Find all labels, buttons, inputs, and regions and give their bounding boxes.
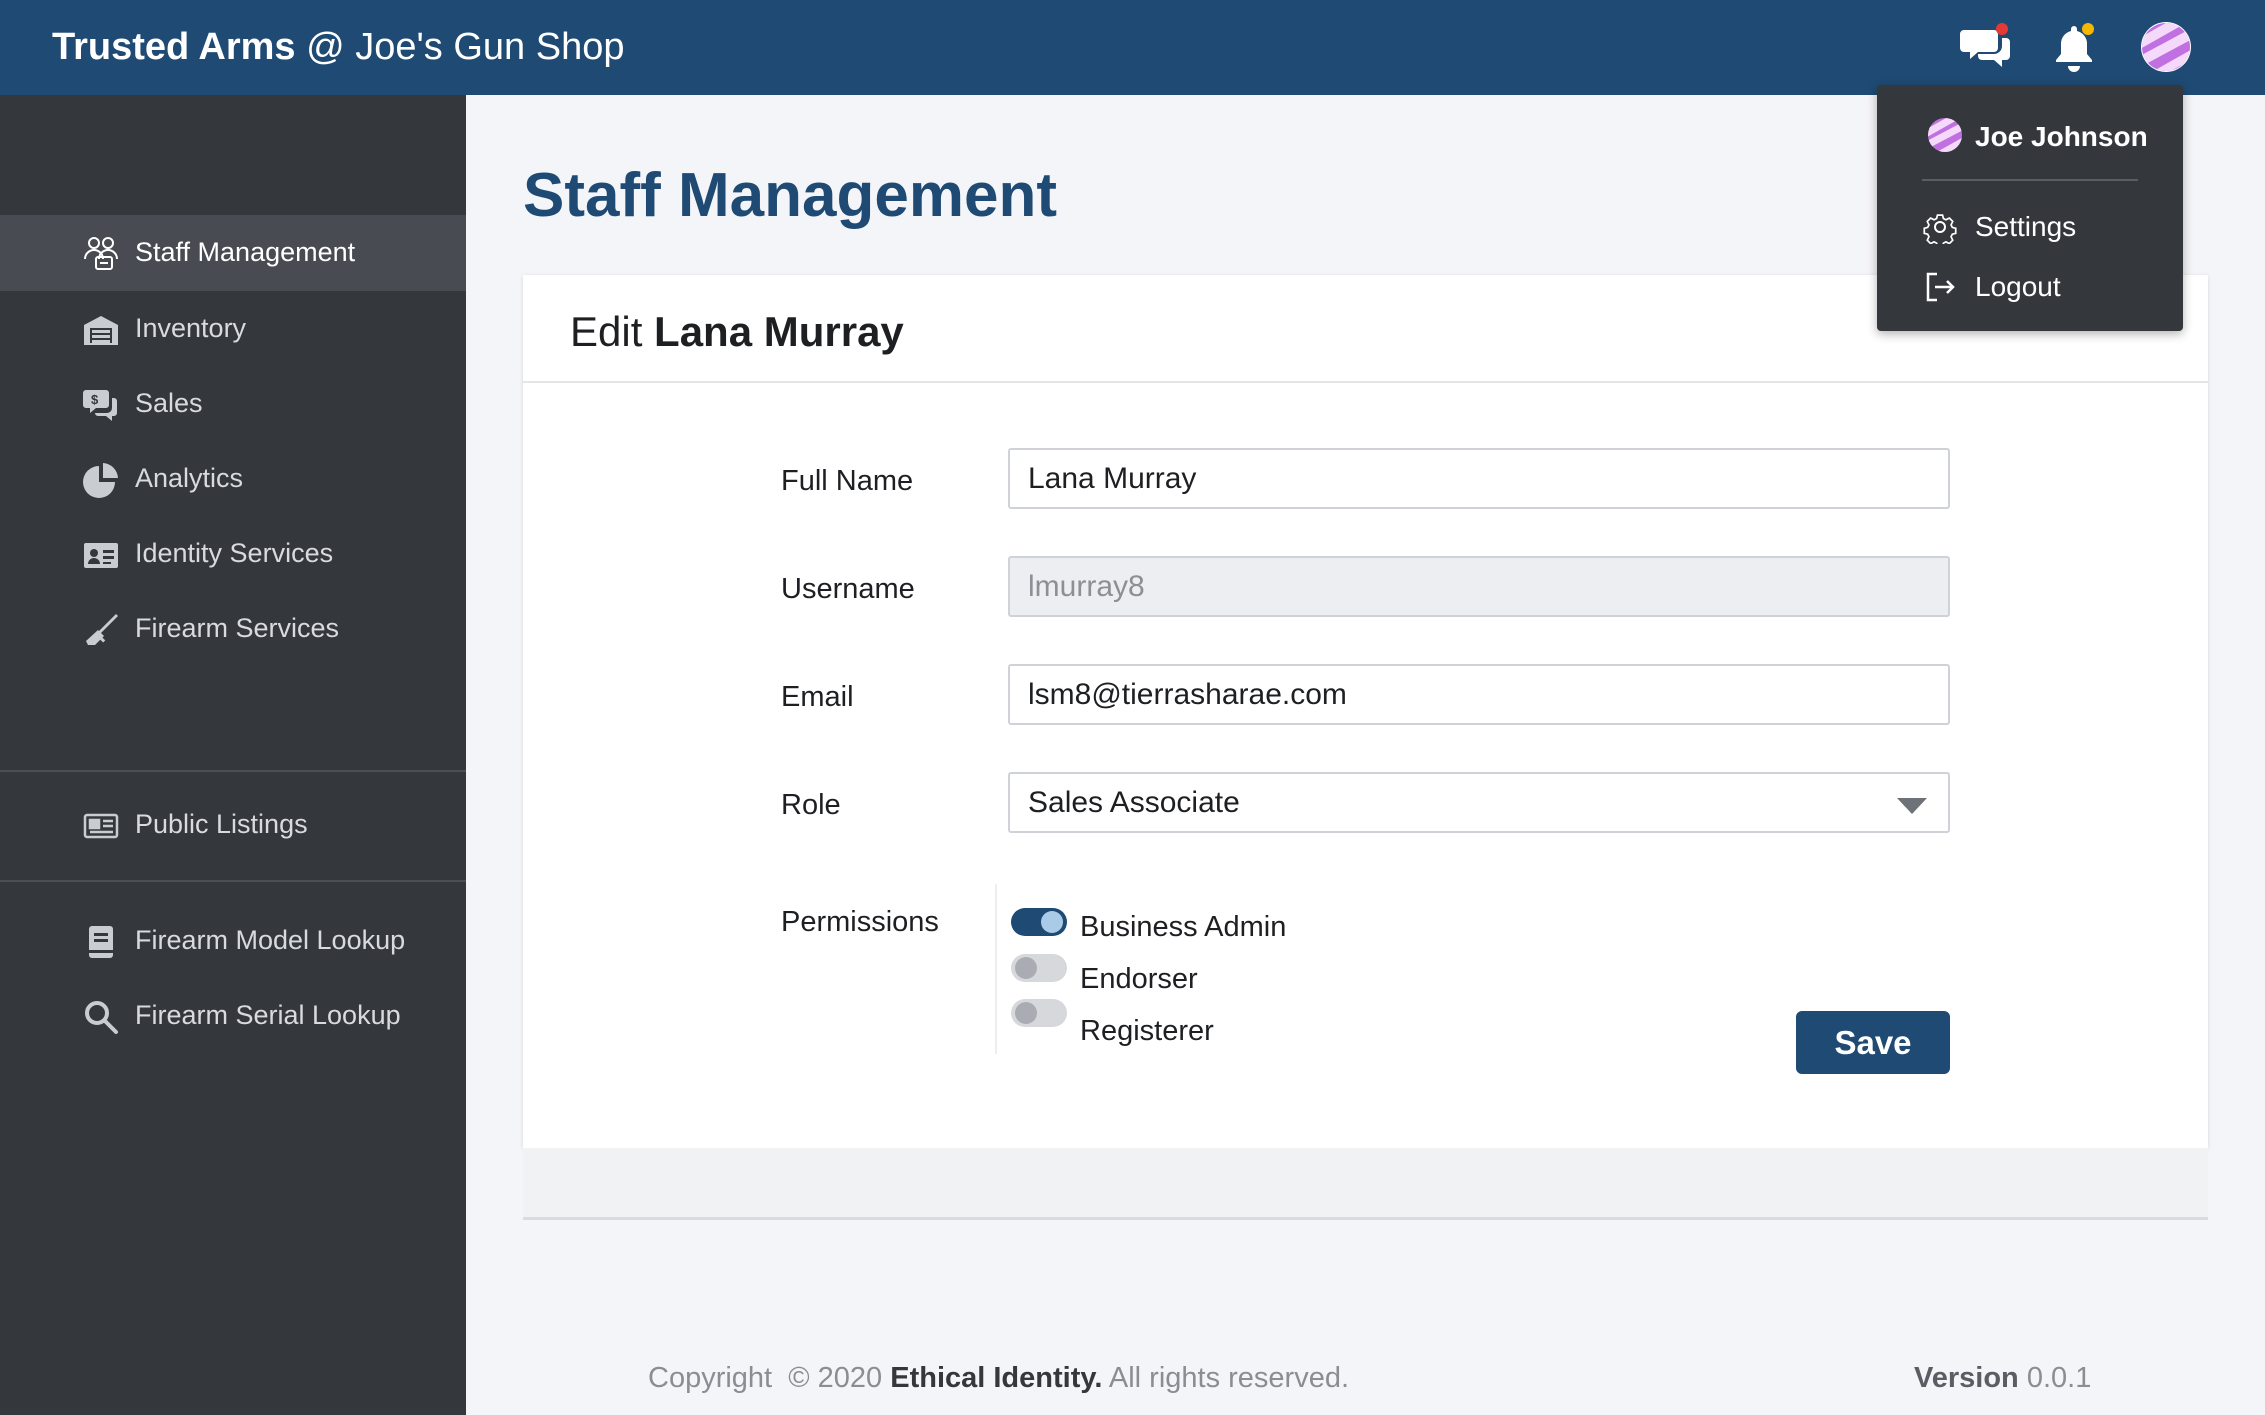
save-button[interactable]: Save	[1796, 1011, 1950, 1074]
sidebar-divider	[0, 880, 466, 882]
sidebar-item-firearm-serial-lookup[interactable]: Firearm Serial Lookup	[0, 978, 466, 1054]
rights-text: All rights reserved.	[1108, 1362, 1350, 1394]
business-admin-toggle[interactable]	[1011, 908, 1067, 936]
book-icon	[89, 926, 113, 958]
bell-badge	[2082, 23, 2094, 35]
listing-icon	[83, 813, 119, 839]
sidebar-divider	[0, 770, 466, 772]
menu-item-label: Settings	[1975, 211, 2077, 242]
email-label: Email	[781, 681, 854, 713]
sidebar-item-label: Firearm Services	[135, 613, 340, 643]
registerer-toggle[interactable]	[1011, 999, 1067, 1027]
sidebar-item-label: Sales	[135, 388, 203, 418]
endorser-label: Endorser	[1080, 963, 1198, 995]
sidebar-item-label: Firearm Serial Lookup	[135, 1000, 401, 1030]
sidebar: Staff Management Inventory $ Sales Analy…	[0, 95, 466, 1415]
svg-text:$: $	[91, 392, 99, 407]
username-field	[1008, 556, 1950, 617]
role-selected-value: Sales Associate	[1028, 786, 1240, 819]
avatar[interactable]	[2140, 21, 2192, 73]
search-icon	[85, 1001, 118, 1034]
card-title: Edit Lana Murray	[570, 308, 904, 356]
toggle-knob	[1041, 911, 1063, 933]
registerer-label: Registerer	[1080, 1015, 1214, 1047]
menu-user-name: Joe Johnson	[1975, 121, 2148, 152]
business-admin-label: Business Admin	[1080, 911, 1287, 943]
version-label: Version	[1914, 1362, 2019, 1394]
toggle-knob	[1015, 957, 1037, 979]
endorser-toggle[interactable]	[1011, 954, 1067, 982]
id-card-icon	[84, 543, 118, 568]
full-name-field[interactable]	[1008, 448, 1950, 509]
sidebar-item-firearm-services[interactable]: Firearm Services	[0, 591, 466, 667]
page-title: Staff Management	[523, 161, 1057, 230]
sidebar-item-label: Staff Management	[135, 237, 356, 267]
top-bar: Trusted Arms @ Joe's Gun Shop	[0, 0, 2265, 95]
staff-name: Lana Murray	[654, 308, 904, 355]
brand-name: Trusted Arms	[52, 26, 296, 68]
card-footer	[523, 1148, 2208, 1220]
sidebar-item-label: Inventory	[135, 313, 247, 343]
menu-item-logout[interactable]: Logout	[1877, 257, 2183, 313]
sidebar-item-analytics[interactable]: Analytics	[0, 441, 466, 517]
sidebar-item-firearm-model-lookup[interactable]: Firearm Model Lookup	[0, 903, 466, 979]
email-field[interactable]	[1008, 664, 1950, 725]
brand[interactable]: Trusted Arms @ Joe's Gun Shop	[52, 26, 624, 69]
chat-badge	[1996, 23, 2008, 35]
sidebar-item-label: Public Listings	[135, 809, 308, 839]
copyright-prefix: Copyright © 2020	[648, 1362, 883, 1394]
pie-chart-icon	[83, 463, 118, 498]
menu-item-label: Logout	[1975, 271, 2061, 302]
version: Version 0.0.1	[1914, 1362, 2091, 1395]
copyright: Copyright © 2020 Ethical Identity. All r…	[648, 1362, 1349, 1395]
gear-icon	[1923, 214, 1957, 244]
staff-icon	[84, 237, 118, 270]
menu-item-settings[interactable]: Settings	[1877, 197, 2183, 253]
card-title-prefix: Edit	[570, 308, 643, 355]
version-number: 0.0.1	[2026, 1362, 2092, 1394]
user-menu: Joe Johnson Settings Logout	[1877, 85, 2183, 331]
avatar	[1928, 118, 1962, 152]
menu-divider	[1922, 179, 2138, 181]
sidebar-item-identity-services[interactable]: Identity Services	[0, 516, 466, 592]
role-select[interactable]: Sales Associate	[1008, 772, 1950, 833]
sidebar-item-inventory[interactable]: Inventory	[0, 291, 466, 367]
company-name: Ethical Identity.	[890, 1362, 1103, 1394]
firearm-icon	[86, 614, 118, 645]
toggle-knob	[1015, 1002, 1037, 1024]
full-name-label: Full Name	[781, 465, 914, 497]
shop-name: @ Joe's Gun Shop	[306, 26, 625, 68]
bell-icon[interactable]	[2046, 20, 2102, 76]
role-label: Role	[781, 789, 841, 821]
chevron-down-icon	[1897, 798, 1927, 814]
sales-icon: $	[83, 390, 117, 421]
warehouse-icon	[84, 316, 118, 345]
permissions-divider	[995, 884, 997, 1054]
sidebar-item-staff-management[interactable]: Staff Management	[0, 215, 466, 291]
sidebar-item-public-listings[interactable]: Public Listings	[0, 787, 466, 863]
username-label: Username	[781, 573, 915, 605]
sidebar-item-label: Analytics	[135, 463, 244, 493]
sidebar-item-sales[interactable]: $ Sales	[0, 366, 466, 442]
chat-icon[interactable]	[1958, 20, 2014, 76]
sidebar-item-label: Firearm Model Lookup	[135, 925, 406, 955]
logout-icon	[1926, 272, 1955, 302]
permissions-label: Permissions	[781, 906, 939, 938]
sidebar-item-label: Identity Services	[135, 538, 334, 568]
